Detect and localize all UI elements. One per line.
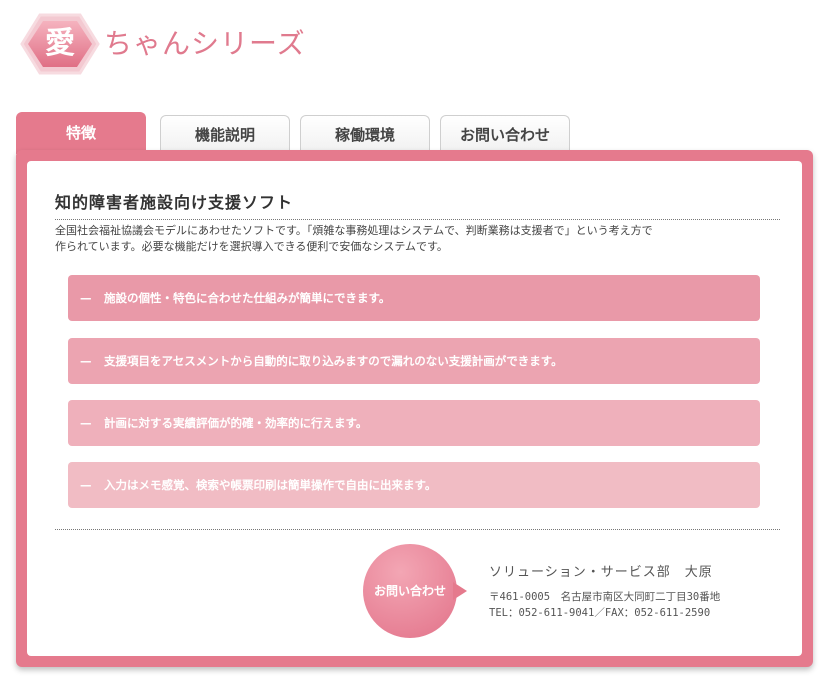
feature-item: — 施設の個性・特色に合わせた仕組みが簡単にできます。 [68,275,760,321]
contact-info: ソリューション・サービス部 大原 〒461-0005 名古屋市南区大同町二丁目3… [489,563,720,621]
feature-item: — 入力はメモ感覚、検索や帳票印刷は簡単操作で自由に出来ます。 [68,462,760,508]
divider [55,529,780,530]
contact-department: ソリューション・サービス部 大原 [489,565,713,580]
tab-functions[interactable]: 機能説明 [160,115,290,152]
tab-environment[interactable]: 稼働環境 [300,115,430,152]
description-line: 作られています。必要な機能だけを選択導入できる便利で安価なシステムです。 [55,240,448,253]
contact-button[interactable]: お問い合わせ [363,544,483,640]
feature-text: 施設の個性・特色に合わせた仕組みが簡単にできます。 [104,291,391,305]
tab-features[interactable]: 特徴 [16,112,146,154]
contact-phone: TEL：052-611-9041／FAX：052-611-2590 [489,607,711,619]
dash-icon: — [80,478,92,492]
feature-text: 支援項目をアセスメントから自動的に取り込みますので漏れのない支援計画ができます。 [104,354,563,368]
contact-address: 〒461-0005 名古屋市南区大同町二丁目30番地 [489,591,721,603]
tab-contact[interactable]: お問い合わせ [440,115,570,152]
feature-text: 計画に対する実績評価が的確・効率的に行えます。 [104,416,368,430]
dash-icon: — [80,354,92,368]
dash-icon: — [80,416,92,430]
description: 全国社会福祉協議会モデルにあわせたソフトです。「煩雑な事務処理はシステムで、判断… [55,223,755,255]
contact-button-label: お問い合わせ [373,584,446,598]
page-title: 知的障害者施設向け支援ソフト [55,191,780,220]
tab-bar: 特徴 機能説明 稼働環境 お問い合わせ [16,112,816,154]
logo-kanji: 愛 [45,26,75,61]
feature-item: — 支援項目をアセスメントから自動的に取り込みますので漏れのない支援計画ができます… [68,338,760,384]
description-line: 全国社会福祉協議会モデルにあわせたソフトです。「煩雑な事務処理はシステムで、判断… [55,224,653,237]
feature-item: — 計画に対する実績評価が的確・効率的に行えます。 [68,400,760,446]
content-panel-inner: 知的障害者施設向け支援ソフト 全国社会福祉協議会モデルにあわせたソフトです。「煩… [27,161,802,656]
dash-icon: — [80,291,92,305]
logo-title: ちゃんシリーズ [104,27,306,60]
logo: 愛 ちゃんシリーズ [18,12,318,82]
content-panel: 知的障害者施設向け支援ソフト 全国社会福祉協議会モデルにあわせたソフトです。「煩… [16,150,813,667]
feature-text: 入力はメモ感覚、検索や帳票印刷は簡単操作で自由に出来ます。 [104,478,437,492]
